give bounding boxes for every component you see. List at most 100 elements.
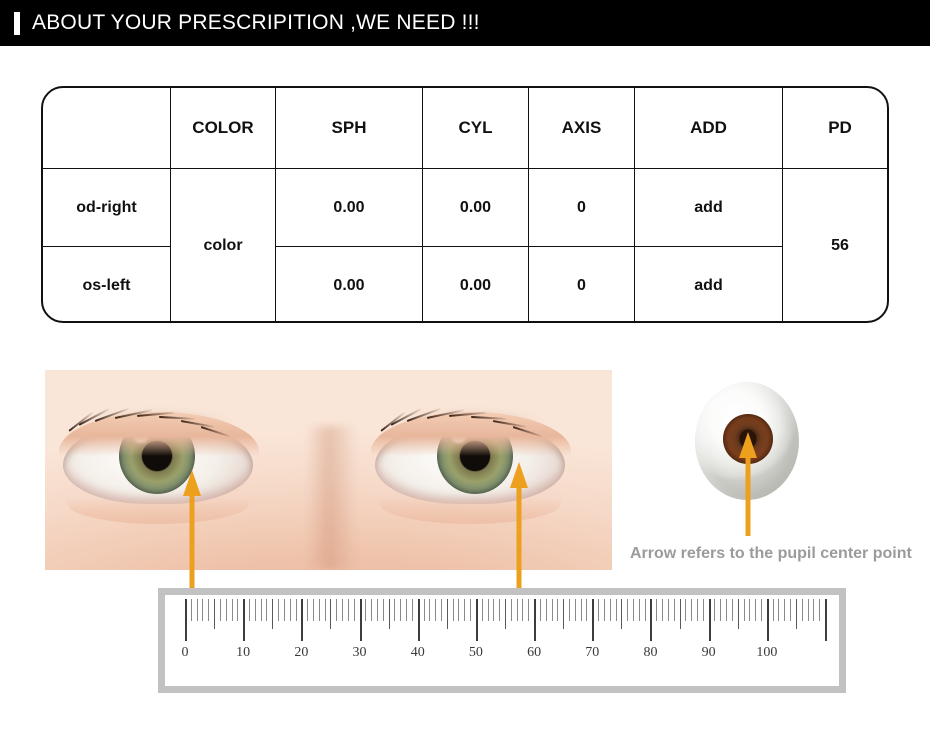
prescription-table: COLOR SPH CYL AXIS ADD PD od-right color…	[43, 88, 887, 321]
ruler-tick-major	[592, 599, 595, 641]
arrow-caption: Arrow refers to the pupil center point	[630, 545, 912, 562]
ruler-tick-minor	[569, 599, 570, 621]
ruler-label: 20	[294, 645, 309, 660]
ruler-tick-minor	[539, 599, 541, 621]
ruler-tick-minor	[720, 599, 722, 621]
ruler-tick-minor	[656, 599, 658, 621]
ruler-tick-minor	[429, 599, 431, 621]
arrow-shaft	[745, 452, 751, 536]
ruler-tick-minor	[388, 599, 390, 629]
ruler-tick-major	[766, 599, 769, 641]
cell-eye-od-right: od-right	[43, 168, 171, 247]
cell-axis-od-right[interactable]: 0	[528, 168, 635, 247]
ruler-tick-minor	[580, 599, 582, 621]
ruler-tick-minor	[795, 599, 797, 629]
ruler-tick-minor	[784, 599, 786, 621]
ruler-tick-minor	[394, 599, 396, 621]
ruler-tick-minor	[633, 599, 634, 621]
ruler-tick-minor	[219, 599, 221, 621]
ruler-label: 80	[643, 645, 658, 660]
cell-add-od-right[interactable]: add	[634, 168, 783, 247]
column-header-color: COLOR	[170, 88, 276, 169]
ruler-tick-minor	[819, 599, 821, 621]
ruler-tick-minor	[202, 599, 204, 621]
ruler-tick-major	[475, 599, 478, 641]
ruler-tick-minor	[685, 599, 687, 621]
table-row: os-left 0.00 0.00 0 add	[43, 246, 887, 321]
ruler-tick-minor	[446, 599, 448, 629]
ruler-tick-minor	[586, 599, 588, 621]
ruler-label: 0	[181, 645, 189, 660]
ruler-label: 10	[236, 645, 251, 660]
ruler-tick-minor	[557, 599, 559, 621]
ruler-tick-minor	[266, 599, 268, 621]
ruler-tick-minor	[499, 599, 501, 621]
ruler-tick-minor	[516, 599, 518, 621]
ruler-tick-minor	[406, 599, 408, 621]
cell-add-os-left[interactable]: add	[634, 246, 783, 321]
prescription-table-container: COLOR SPH CYL AXIS ADD PD od-right color…	[41, 86, 889, 323]
ruler-label: 90	[701, 645, 716, 660]
ruler-tick-minor	[324, 599, 326, 621]
ruler-tick-major	[301, 599, 304, 641]
cell-sph-os-left[interactable]: 0.00	[275, 246, 423, 321]
column-header-blank	[43, 88, 171, 169]
table-header-row: COLOR SPH CYL AXIS ADD PD	[43, 88, 887, 169]
ruler-tick-minor	[726, 599, 728, 621]
cell-cyl-os-left[interactable]: 0.00	[422, 246, 529, 321]
ruler-tick-minor	[371, 599, 373, 621]
ruler-tick-minor	[330, 599, 332, 629]
ruler-tick-minor	[411, 599, 413, 621]
ruler-tick-minor	[214, 599, 216, 629]
ruler-tick-minor	[254, 599, 256, 621]
ruler-tick-minor	[615, 599, 617, 621]
ruler-tick-minor	[598, 599, 600, 621]
ruler-tick-minor	[225, 599, 227, 621]
cell-color-value[interactable]: color	[170, 168, 276, 321]
ruler-tick-major	[534, 599, 537, 641]
ruler-tick-minor	[487, 599, 489, 621]
ruler-tick-minor	[667, 599, 669, 621]
photo-left-eye	[59, 407, 259, 524]
ruler-tick-minor	[400, 599, 402, 621]
ruler-tick-minor	[231, 599, 233, 621]
column-header-add: ADD	[634, 88, 783, 169]
ruler-tick-major	[359, 599, 362, 641]
ruler-tick-minor	[493, 599, 495, 621]
ruler-tick-minor	[737, 599, 739, 629]
ruler-tick-minor	[673, 599, 675, 621]
ruler-tick-minor	[743, 599, 745, 621]
ruler-tick-minor	[603, 599, 605, 621]
photo-right-eye	[371, 407, 571, 524]
ruler-tick-major	[708, 599, 711, 641]
ruler-tick-minor	[295, 599, 297, 621]
cell-cyl-od-right[interactable]: 0.00	[422, 168, 529, 247]
cell-sph-od-right[interactable]: 0.00	[275, 168, 423, 247]
ruler-tick-minor	[196, 599, 198, 621]
ruler-tick-minor	[749, 599, 751, 621]
ruler-tick-minor	[377, 599, 378, 621]
ruler-tick-minor	[621, 599, 623, 629]
ruler-tick-minor	[761, 599, 762, 621]
ruler-tick-minor	[458, 599, 460, 621]
ruler-tick-minor	[807, 599, 809, 621]
column-header-cyl: CYL	[422, 88, 529, 169]
ruler-tick-minor	[423, 599, 425, 621]
ruler-tick-minor	[638, 599, 640, 621]
ruler-tick-minor	[307, 599, 309, 621]
page-title: ABOUT YOUR PRESCRIPITION ,WE NEED !!!	[32, 11, 480, 34]
ruler-label: 100	[756, 645, 778, 660]
ruler-tick-minor	[574, 599, 576, 621]
ruler-tick-minor	[470, 599, 472, 621]
ruler-tick-minor	[289, 599, 291, 621]
ruler-tick-minor	[755, 599, 757, 621]
table-row: od-right color 0.00 0.00 0 add 56	[43, 168, 887, 321]
ruler-tick-major	[417, 599, 420, 641]
pupil-arrow-eyeball-icon	[738, 432, 758, 536]
cell-axis-os-left[interactable]: 0	[528, 246, 635, 321]
ruler-tick-minor	[627, 599, 629, 621]
ruler-tick-major	[825, 599, 827, 641]
cell-pd-value[interactable]: 56	[782, 168, 887, 321]
ruler-tick-minor	[452, 599, 454, 621]
ruler-tick-minor	[679, 599, 681, 629]
